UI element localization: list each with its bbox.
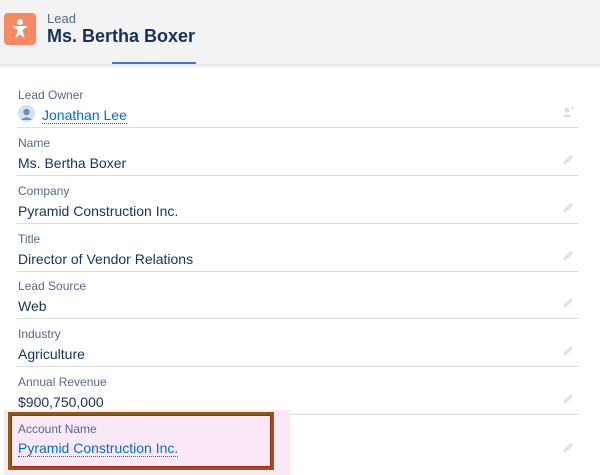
pencil-edit-icon[interactable]: [561, 153, 575, 167]
pencil-edit-icon[interactable]: [561, 441, 575, 455]
field-value: Agriculture: [18, 346, 85, 362]
field-label: Account Name: [18, 422, 97, 436]
field-name: Name Ms. Bertha Boxer: [17, 128, 579, 176]
header-divider: [0, 64, 600, 68]
lead-owner-link[interactable]: Jonathan Lee: [42, 108, 127, 124]
avatar: [18, 105, 35, 122]
field-company: Company Pyramid Construction Inc.: [17, 176, 579, 224]
field-lead-source: Lead Source Web: [17, 271, 579, 319]
field-value: Ms. Bertha Boxer: [18, 155, 127, 171]
field-account-name: Account Name Pyramid Construction Inc.: [17, 414, 579, 461]
field-value: Pyramid Construction Inc.: [18, 203, 179, 219]
lead-icon: [4, 13, 36, 45]
record-header: Lead Ms. Bertha Boxer: [0, 0, 600, 65]
field-label: Company: [18, 184, 70, 198]
field-label: Industry: [18, 327, 61, 341]
field-value: Director of Vendor Relations: [18, 251, 194, 267]
field-label: Lead Source: [18, 279, 87, 293]
field-label: Lead Owner: [18, 88, 84, 102]
field-lead-owner: Lead Owner Jonathan Lee: [17, 80, 579, 128]
pencil-edit-icon[interactable]: [561, 296, 575, 310]
field-annual-revenue: Annual Revenue $900,750,000: [17, 367, 579, 415]
entity-type-label: Lead: [47, 11, 76, 26]
field-value: $900,750,000: [18, 394, 104, 410]
pencil-edit-icon[interactable]: [561, 344, 575, 358]
field-value: Web: [18, 298, 47, 314]
account-name-link[interactable]: Pyramid Construction Inc.: [18, 441, 179, 457]
field-industry: Industry Agriculture: [17, 319, 579, 367]
field-title: Title Director of Vendor Relations: [17, 224, 579, 272]
pencil-edit-icon[interactable]: [561, 201, 575, 215]
pencil-edit-icon[interactable]: [561, 392, 575, 406]
change-owner-icon[interactable]: [561, 105, 575, 119]
record-title: Ms. Bertha Boxer: [47, 26, 196, 46]
pencil-edit-icon[interactable]: [561, 249, 575, 263]
field-label: Name: [18, 136, 51, 150]
field-label: Annual Revenue: [18, 375, 107, 389]
field-label: Title: [18, 232, 41, 246]
